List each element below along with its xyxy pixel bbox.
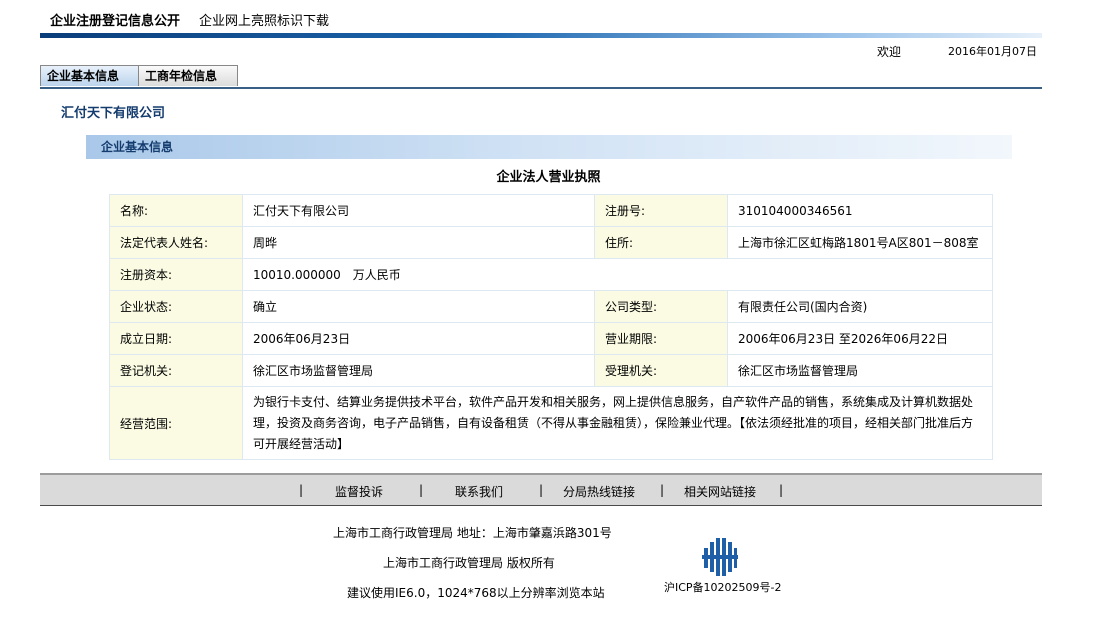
top-accent-bar	[40, 33, 1042, 38]
company-type-label: 公司类型:	[594, 290, 728, 323]
separator: |	[779, 483, 784, 497]
address-value: 上海市徐汇区虹梅路1801号A区801－808室	[727, 226, 993, 259]
registration-authority-label: 登记机关:	[109, 354, 243, 387]
current-date: 2016年01月07日	[948, 45, 1037, 58]
accepting-authority-value: 徐汇区市场监督管理局	[727, 354, 993, 387]
tab-basic-info[interactable]: 企业基本信息	[40, 65, 140, 86]
founded-label: 成立日期:	[109, 322, 243, 355]
company-name-heading: 汇付天下有限公司	[61, 106, 166, 121]
capital-label: 注册资本:	[109, 258, 243, 291]
table-row: 企业状态: 确立 公司类型: 有限责任公司(国内合资)	[109, 290, 993, 323]
business-term-value: 2006年06月23日 至2026年06月22日	[727, 322, 993, 355]
address-label: 住所:	[594, 226, 728, 259]
accepting-authority-label: 受理机关:	[594, 354, 728, 387]
separator: |	[299, 483, 304, 497]
business-license-table: 名称: 汇付天下有限公司 注册号: 310104000346561 法定代表人姓…	[109, 194, 993, 460]
contact-us-link[interactable]: 联系我们	[455, 483, 503, 500]
separator: |	[419, 483, 424, 497]
separator: |	[539, 483, 544, 497]
founded-value: 2006年06月23日	[242, 322, 595, 355]
regno-label: 注册号:	[594, 194, 728, 227]
section-header: 企业基本信息	[86, 135, 1012, 159]
business-term-label: 营业期限:	[594, 322, 728, 355]
welcome-text: 欢迎	[877, 45, 902, 59]
name-label: 名称:	[109, 194, 243, 227]
separator: |	[660, 483, 665, 497]
legal-rep-value: 周晔	[242, 226, 595, 259]
icp-badge-icon[interactable]	[702, 538, 738, 576]
complaint-link[interactable]: 监督投诉	[335, 483, 383, 500]
table-row: 名称: 汇付天下有限公司 注册号: 310104000346561	[109, 194, 993, 227]
regno-value: 310104000346561	[727, 194, 993, 227]
tab-bar: 企业基本信息 工商年检信息	[40, 63, 1042, 89]
status-label: 企业状态:	[109, 290, 243, 323]
tab-annual-inspection[interactable]: 工商年检信息	[138, 65, 238, 86]
footer-address: 上海市工商行政管理局 地址：上海市肇嘉浜路301号	[333, 526, 612, 540]
name-value: 汇付天下有限公司	[242, 194, 595, 227]
business-scope-label: 经营范围:	[109, 386, 243, 460]
branch-hotline-link[interactable]: 分局热线链接	[563, 483, 635, 500]
footer-navigation: | 监督投诉 | 联系我们 | 分局热线链接 | 相关网站链接 |	[40, 473, 1042, 506]
section-title: 企业基本信息	[101, 140, 174, 154]
status-value: 确立	[242, 290, 595, 323]
capital-value: 10010.000000 万人民币	[242, 258, 993, 291]
footer-copyright: 上海市工商行政管理局 版权所有	[383, 556, 555, 570]
registration-authority-value: 徐汇区市场监督管理局	[242, 354, 595, 387]
company-type-value: 有限责任公司(国内合资)	[727, 290, 993, 323]
footer-browser-hint: 建议使用IE6.0，1024*768以上分辨率浏览本站	[347, 586, 605, 600]
table-row: 登记机关: 徐汇区市场监督管理局 受理机关: 徐汇区市场监督管理局	[109, 354, 993, 387]
table-title: 企业法人营业执照	[496, 170, 601, 185]
related-sites-link[interactable]: 相关网站链接	[684, 483, 756, 500]
business-scope-value: 为银行卡支付、结算业务提供技术平台，软件产品开发和相关服务，网上提供信息服务，自…	[242, 386, 993, 460]
legal-rep-label: 法定代表人姓名:	[109, 226, 243, 259]
table-row: 法定代表人姓名: 周晔 住所: 上海市徐汇区虹梅路1801号A区801－808室	[109, 226, 993, 259]
table-row: 注册资本: 10010.000000 万人民币	[109, 258, 993, 291]
table-row: 经营范围: 为银行卡支付、结算业务提供技术平台，软件产品开发和相关服务，网上提供…	[109, 386, 993, 460]
icp-number[interactable]: 沪ICP备10202509号-2	[664, 579, 782, 595]
top-navigation: 企业注册登记信息公开 企业网上亮照标识下载	[40, 10, 1042, 32]
download-link[interactable]: 企业网上亮照标识下载	[199, 10, 329, 29]
site-title: 企业注册登记信息公开	[50, 14, 181, 29]
table-row: 成立日期: 2006年06月23日 营业期限: 2006年06月23日 至202…	[109, 322, 993, 355]
